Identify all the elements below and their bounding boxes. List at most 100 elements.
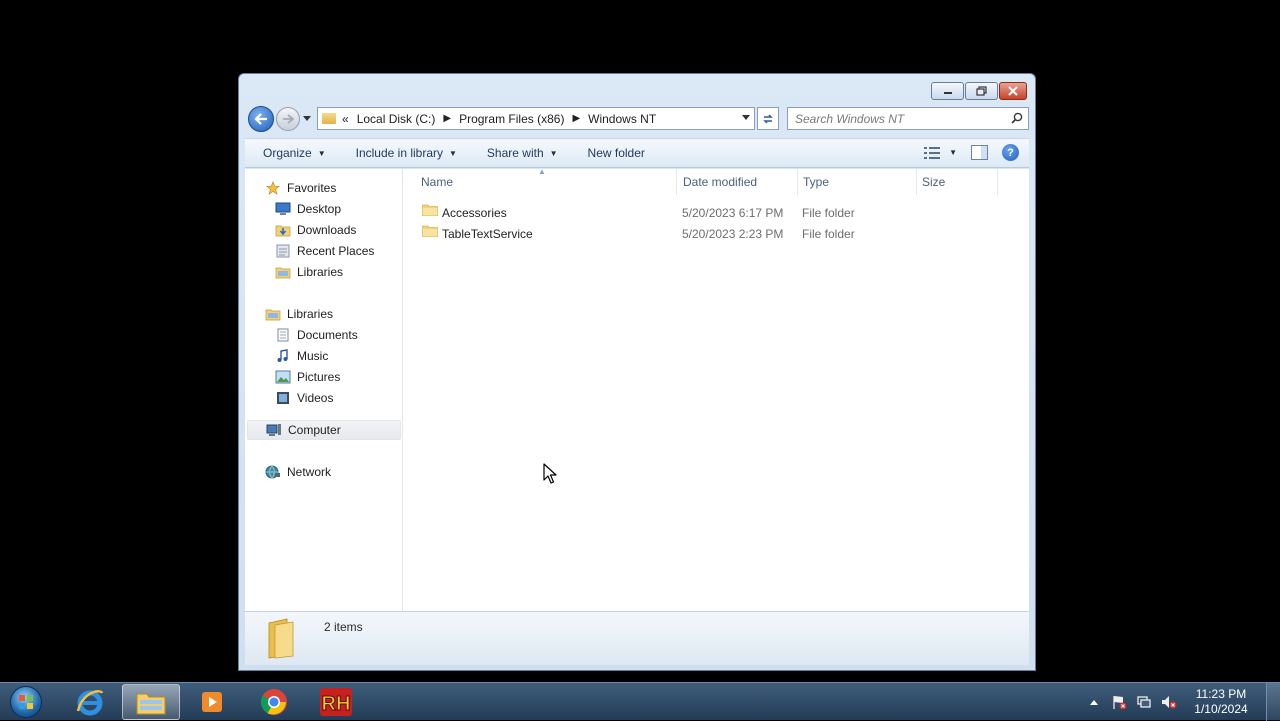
breadcrumb-windows-nt[interactable]: Windows NT — [588, 112, 656, 126]
music-icon — [277, 349, 288, 362]
show-hidden-icons-button[interactable] — [1086, 694, 1102, 710]
share-with-menu[interactable]: Share with ▼ — [487, 146, 558, 160]
nav-desktop-label: Desktop — [297, 202, 342, 216]
column-header-size[interactable]: Size — [918, 169, 998, 195]
refresh-button[interactable] — [757, 107, 779, 130]
include-in-library-menu[interactable]: Include in library ▼ — [356, 146, 457, 160]
file-date-modified: 5/20/2023 2:23 PM — [682, 227, 784, 241]
file-type: File folder — [802, 227, 855, 241]
details-pane: 2 items — [245, 611, 1029, 665]
volume-muted-icon[interactable] — [1161, 694, 1177, 710]
breadcrumb-separator-icon[interactable]: ▶ — [572, 113, 580, 124]
share-with-label: Share with — [486, 146, 544, 160]
column-header-type[interactable]: Type — [799, 169, 917, 195]
start-button[interactable] — [5, 684, 47, 720]
file-list-pane: Name ▲ Date modified Type Size Accessori… — [404, 167, 1029, 611]
taskbar-file-explorer[interactable] — [122, 684, 180, 720]
action-center-flag-icon[interactable] — [1111, 694, 1127, 710]
new-folder-button[interactable]: New folder — [588, 146, 645, 160]
search-input[interactable] — [795, 111, 1000, 126]
nav-videos-label: Videos — [297, 391, 334, 405]
chevron-down-icon — [303, 116, 311, 121]
network-icon — [265, 465, 280, 479]
chevron-down-icon[interactable]: ▼ — [949, 148, 957, 157]
chevron-down-icon: ▼ — [549, 148, 558, 158]
media-player-icon — [202, 692, 222, 712]
documents-icon — [277, 328, 289, 342]
taskbar-internet-explorer[interactable] — [61, 684, 119, 720]
close-button[interactable] — [999, 82, 1027, 100]
search-box — [787, 107, 1029, 130]
nav-network[interactable]: Network — [265, 462, 331, 482]
navigation-pane: Favorites Desktop Downloads Recent Place… — [245, 169, 403, 611]
nav-videos[interactable]: Videos — [275, 388, 333, 408]
nav-computer[interactable]: Computer — [247, 420, 401, 440]
start-orb-icon — [10, 686, 42, 718]
forward-arrow-icon — [283, 114, 294, 124]
explorer-body: Favorites Desktop Downloads Recent Place… — [245, 167, 1029, 611]
file-date-modified: 5/20/2023 6:17 PM — [682, 206, 784, 220]
pictures-icon — [275, 370, 291, 384]
nav-documents-label: Documents — [297, 328, 358, 342]
forward-button[interactable] — [276, 107, 300, 131]
help-icon[interactable]: ? — [1002, 144, 1019, 161]
back-arrow-icon — [254, 113, 267, 125]
show-desktop-button[interactable] — [1266, 683, 1280, 721]
back-button[interactable] — [248, 106, 274, 132]
nav-recent-places[interactable]: Recent Places — [275, 241, 374, 261]
nav-downloads[interactable]: Downloads — [275, 220, 356, 240]
nav-recent-places-label: Recent Places — [297, 244, 375, 258]
taskbar-rh-app[interactable]: RH — [307, 684, 365, 720]
nav-desktop[interactable]: Desktop — [275, 199, 341, 219]
file-row[interactable]: TableTextService 5/20/2023 2:23 PM File … — [404, 225, 1004, 314]
file-row[interactable]: Accessories 5/20/2023 6:17 PM File folde… — [404, 204, 1004, 293]
svg-text:RH: RH — [322, 693, 351, 715]
network-status-icon[interactable] — [1136, 694, 1152, 710]
recent-pages-dropdown[interactable] — [303, 113, 311, 123]
nav-pictures[interactable]: Pictures — [275, 367, 340, 387]
column-header-date-modified[interactable]: Date modified — [678, 169, 798, 195]
change-view-button[interactable]: ▼ — [924, 146, 957, 159]
recent-places-icon — [276, 244, 290, 258]
videos-icon — [277, 392, 289, 404]
file-explorer-icon — [136, 693, 166, 715]
chevron-down-icon: ▼ — [449, 148, 457, 158]
breadcrumb-separator-icon[interactable]: ▶ — [443, 113, 451, 124]
address-dropdown-button[interactable] — [742, 112, 750, 122]
taskbar-chrome[interactable] — [245, 684, 303, 720]
nav-music[interactable]: Music — [275, 346, 328, 366]
computer-icon — [266, 424, 281, 436]
nav-favorites[interactable]: Favorites — [265, 178, 336, 198]
column-header-name[interactable]: Name ▲ — [404, 167, 677, 195]
file-type: File folder — [802, 206, 855, 220]
sort-ascending-icon: ▲ — [538, 167, 546, 176]
star-icon — [266, 181, 280, 195]
address-bar[interactable]: « Local Disk (C:) ▶ Program Files (x86) … — [317, 107, 755, 130]
nav-network-label: Network — [287, 465, 332, 479]
taskbar-media-player[interactable] — [183, 684, 241, 720]
search-icon[interactable] — [1011, 112, 1023, 124]
nav-favorites-libraries[interactable]: Libraries — [275, 262, 343, 282]
column-size-label: Size — [922, 175, 946, 189]
nav-downloads-label: Downloads — [297, 223, 357, 237]
organize-label: Organize — [263, 146, 312, 160]
nav-computer-label: Computer — [288, 423, 341, 437]
nav-favorites-label: Favorites — [287, 181, 337, 195]
organize-menu[interactable]: Organize ▼ — [263, 146, 326, 160]
preview-pane-icon[interactable] — [971, 145, 988, 160]
taskbar: RH 11:23 PM 1/10/2024 — [0, 682, 1280, 721]
folder-icon — [268, 618, 294, 659]
nav-libraries-label: Libraries — [287, 307, 334, 321]
nav-libraries[interactable]: Libraries — [265, 304, 333, 324]
nav-documents[interactable]: Documents — [275, 325, 358, 345]
breadcrumb-program-files[interactable]: Program Files (x86) — [459, 112, 564, 126]
command-bar: Organize ▼ Include in library ▼ Share with… — [245, 138, 1029, 168]
minimize-button[interactable] — [931, 82, 964, 100]
nav-pictures-label: Pictures — [297, 370, 341, 384]
breadcrumb-overflow[interactable]: « — [342, 112, 349, 126]
maximize-button[interactable] — [965, 82, 998, 100]
breadcrumb-local-disk[interactable]: Local Disk (C:) — [357, 112, 436, 126]
chrome-icon — [260, 689, 287, 715]
chevron-down-icon: ▼ — [317, 148, 326, 158]
system-clock[interactable]: 11:23 PM 1/10/2024 — [1186, 687, 1256, 717]
